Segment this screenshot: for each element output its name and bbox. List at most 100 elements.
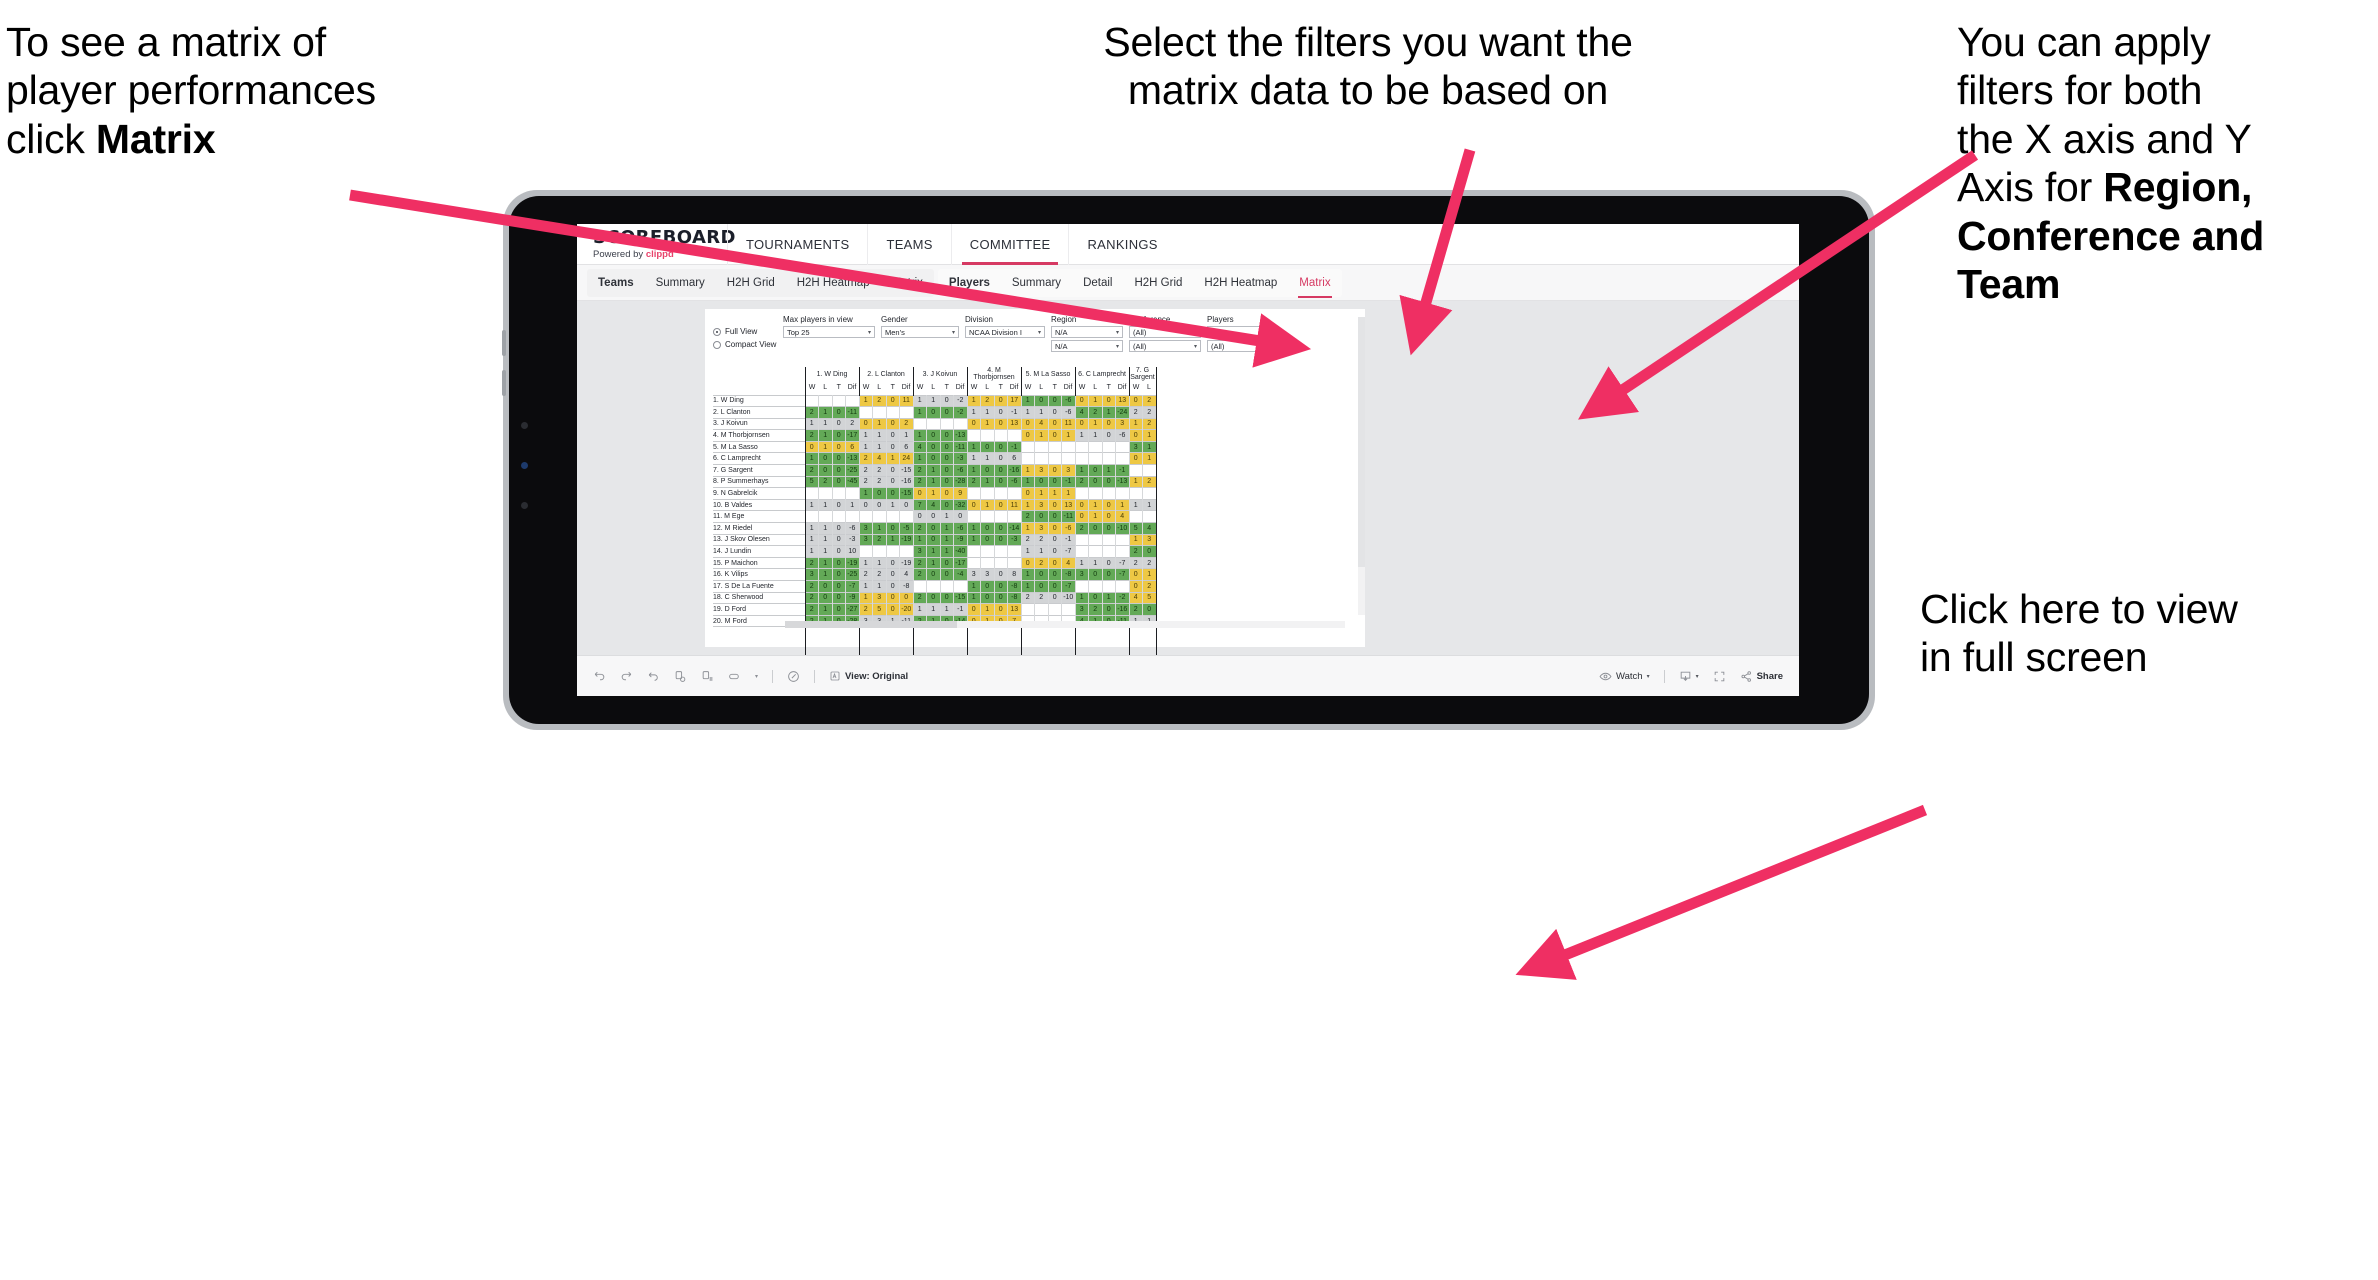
matrix-cell[interactable]: 0 (994, 464, 1008, 477)
matrix-cell[interactable] (1102, 452, 1116, 465)
matrix-cell[interactable]: -25 (845, 464, 860, 477)
matrix-cell[interactable] (966, 487, 981, 500)
matrix-cell[interactable]: 2 (1142, 580, 1157, 593)
matrix-cell[interactable]: 0 (966, 417, 981, 430)
matrix-cell[interactable]: -6 (1061, 394, 1076, 407)
matrix-cell[interactable]: -13 (1115, 475, 1130, 488)
matrix-cell[interactable]: 1 (940, 603, 954, 616)
matrix-cell[interactable] (1115, 487, 1130, 500)
matrix-cell[interactable]: 0 (832, 417, 846, 430)
matrix-cell[interactable]: -8 (899, 580, 914, 593)
matrix-cell[interactable]: 0 (1020, 487, 1035, 500)
matrix-cell[interactable] (940, 580, 954, 593)
matrix-cell[interactable] (940, 417, 954, 430)
topnav-item-tournaments[interactable]: TOURNAMENTS (727, 224, 867, 265)
matrix-cell[interactable] (1074, 487, 1089, 500)
matrix-cell[interactable]: 0 (1020, 417, 1035, 430)
matrix-cell[interactable]: 0 (980, 533, 995, 546)
matrix-cell[interactable]: 1 (858, 556, 873, 569)
matrix-cell[interactable]: 3 (804, 568, 819, 581)
matrix-cell[interactable]: -14 (1007, 522, 1022, 535)
matrix-cell[interactable]: -2 (1115, 591, 1130, 604)
matrix-cell[interactable]: 2 (1020, 591, 1035, 604)
filter-region-y-select[interactable]: N/A ▾ (1051, 340, 1123, 352)
matrix-cell[interactable] (980, 510, 995, 523)
matrix-cell[interactable]: 0 (926, 452, 941, 465)
matrix-cell[interactable]: 0 (926, 568, 941, 581)
matrix-cell[interactable]: 2 (872, 464, 887, 477)
matrix-cell[interactable] (980, 487, 995, 500)
matrix-cell[interactable]: 0 (1048, 591, 1062, 604)
matrix-cell[interactable]: 2 (1034, 591, 1049, 604)
matrix-cell[interactable]: 2 (872, 533, 887, 546)
matrix-cell[interactable]: 3 (858, 522, 873, 535)
matrix-cell[interactable] (1115, 580, 1130, 593)
matrix-cell[interactable]: 1 (818, 498, 833, 511)
matrix-cell[interactable]: 13 (1007, 417, 1022, 430)
matrix-cell[interactable]: -6 (1115, 429, 1130, 442)
matrix-cell[interactable]: 0 (1142, 603, 1157, 616)
matrix-cell[interactable]: 1 (980, 603, 995, 616)
matrix-cell[interactable]: 1 (966, 533, 981, 546)
subnav-item-h2h-grid[interactable]: H2H Grid (716, 269, 786, 297)
filter-division-select[interactable]: NCAA Division I ▾ (965, 326, 1045, 338)
matrix-cell[interactable]: 1 (818, 417, 833, 430)
matrix-cell[interactable]: 0 (1074, 394, 1089, 407)
radio-compact-view-icon[interactable] (713, 340, 721, 349)
matrix-cell[interactable]: 0 (980, 464, 995, 477)
matrix-cell[interactable] (1128, 464, 1143, 477)
matrix-cell[interactable]: 0 (940, 464, 954, 477)
matrix-cell[interactable]: 0 (1034, 510, 1049, 523)
matrix-cell[interactable]: 11 (1007, 498, 1022, 511)
matrix-cell[interactable]: -10 (1115, 522, 1130, 535)
matrix-cell[interactable]: 1 (818, 545, 833, 558)
subnav-item-h2h-heatmap[interactable]: H2H Heatmap (786, 269, 881, 297)
matrix-cell[interactable]: 2 (1128, 545, 1143, 558)
matrix-cell[interactable] (832, 510, 846, 523)
matrix-cell[interactable]: 0 (994, 533, 1008, 546)
matrix-cell[interactable]: 2 (804, 464, 819, 477)
matrix-cell[interactable]: -28 (953, 475, 968, 488)
matrix-cell[interactable] (926, 417, 941, 430)
matrix-cell[interactable] (899, 510, 914, 523)
matrix-cell[interactable]: 7 (912, 498, 927, 511)
matrix-cell[interactable]: 1 (1061, 487, 1076, 500)
matrix-cell[interactable]: 5 (872, 603, 887, 616)
matrix-cell[interactable]: 0 (886, 464, 900, 477)
matrix-cell[interactable]: 0 (1048, 545, 1062, 558)
matrix-cell[interactable]: 0 (832, 498, 846, 511)
matrix-cell[interactable] (899, 406, 914, 419)
matrix-cell[interactable]: 0 (1088, 464, 1103, 477)
horizontal-scrollbar[interactable] (785, 621, 1345, 628)
matrix-cell[interactable]: 2 (858, 568, 873, 581)
matrix-cell[interactable]: 2 (1128, 556, 1143, 569)
topnav-item-teams[interactable]: TEAMS (867, 224, 950, 265)
matrix-cell[interactable]: 3 (966, 568, 981, 581)
matrix-cell[interactable]: 0 (940, 394, 954, 407)
matrix-cell[interactable]: -1 (1115, 464, 1130, 477)
matrix-cell[interactable]: 0 (940, 452, 954, 465)
matrix-cell[interactable]: -1 (1061, 475, 1076, 488)
matrix-cell[interactable]: 1 (818, 406, 833, 419)
matrix-cell[interactable]: 4 (1115, 510, 1130, 523)
matrix-cell[interactable] (1115, 452, 1130, 465)
matrix-cell[interactable]: 1 (912, 394, 927, 407)
matrix-cell[interactable]: 0 (994, 603, 1008, 616)
matrix-cell[interactable]: 0 (832, 440, 846, 453)
matrix-cell[interactable]: 0 (1034, 394, 1049, 407)
matrix-cell[interactable]: 1 (858, 440, 873, 453)
matrix-cell[interactable] (858, 510, 873, 523)
matrix-cell[interactable]: 1 (872, 417, 887, 430)
matrix-cell[interactable]: 0 (886, 568, 900, 581)
matrix-cell[interactable]: -17 (953, 556, 968, 569)
matrix-cell[interactable]: -11 (845, 406, 860, 419)
matrix-cell[interactable]: 2 (804, 429, 819, 442)
matrix-cell[interactable]: 1 (1088, 394, 1103, 407)
radio-full-view-icon[interactable] (713, 327, 721, 336)
fullscreen-icon[interactable] (1713, 670, 1726, 683)
matrix-cell[interactable]: 13 (1007, 603, 1022, 616)
matrix-cell[interactable]: 0 (858, 498, 873, 511)
matrix-cell[interactable]: 2 (1088, 406, 1103, 419)
matrix-cell[interactable]: 2 (858, 464, 873, 477)
vertical-scrollbar[interactable] (1358, 317, 1365, 615)
